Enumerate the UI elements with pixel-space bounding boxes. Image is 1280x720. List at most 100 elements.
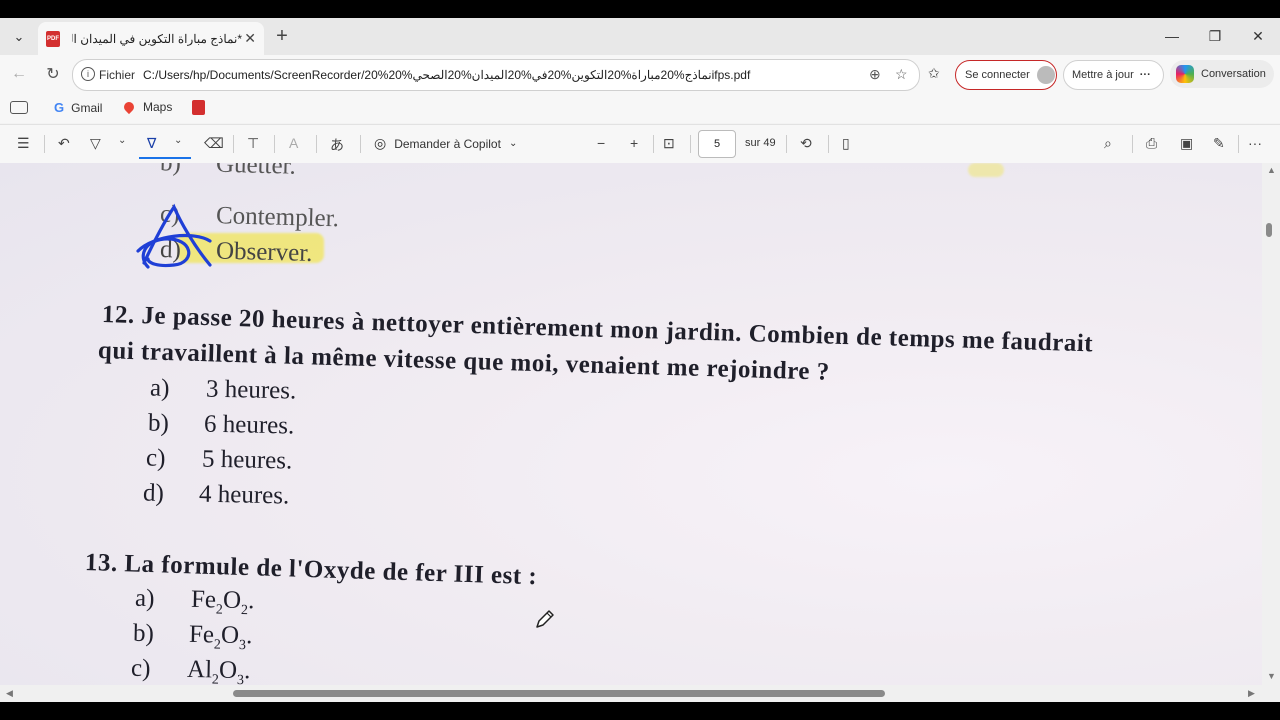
draw-icon[interactable]: ∇ [147, 135, 156, 152]
formula-mid: O [220, 621, 240, 649]
pdf-toolbar: ☰ ↶ ▽ ⌄ ∇ ⌄ ⌫ ⊤ A あ ◎ Demander à Copilot… [0, 124, 1280, 164]
option-text: Contempler. [215, 202, 340, 233]
horizontal-scrollbar[interactable]: ◀ ▶ [0, 685, 1262, 702]
undo-icon[interactable]: ↶ [58, 135, 70, 152]
divider [360, 135, 361, 153]
translate-icon[interactable]: あ [330, 135, 344, 155]
divider [44, 135, 45, 153]
pdf-page-viewport[interactable]: b)Guetter. c)Contempler. d)Observer. 12.… [0, 163, 1262, 685]
q12-option-a: a) 3 heures. [150, 374, 297, 405]
divider [786, 135, 787, 153]
rotate-icon[interactable]: ⟲ [800, 135, 812, 152]
table-of-contents-icon[interactable]: ☰ [17, 135, 30, 152]
scroll-left-icon[interactable]: ◀ [6, 688, 13, 699]
tab-close-icon[interactable]: ✕ [244, 30, 256, 47]
chevron-down-icon[interactable]: ⌄ [118, 135, 126, 146]
formula-end: . [247, 587, 255, 615]
tab-actions-menu[interactable]: ⌄ [6, 24, 32, 50]
divider [690, 135, 691, 153]
scroll-down-icon[interactable]: ▼ [1267, 671, 1276, 681]
divider [274, 135, 275, 153]
restore-button[interactable]: ❐ [1195, 24, 1235, 48]
bookmark-pdf[interactable] [192, 100, 205, 115]
option-text: 3 heures. [205, 375, 297, 405]
eraser-icon[interactable]: ⌫ [204, 135, 224, 152]
option-label: d) [142, 479, 165, 507]
back-arrow-icon[interactable]: ← [8, 63, 30, 85]
vertical-scroll-thumb[interactable] [1266, 223, 1272, 237]
tab-pdf-document[interactable]: PDF *نماذج مباراة التكوين في الميدان الص… [38, 22, 264, 55]
page-number-input[interactable]: 5 [698, 130, 736, 158]
address-scheme-label: Fichier [99, 68, 136, 82]
close-window-button[interactable]: ✕ [1238, 24, 1278, 48]
q13-option-a: a) Fe2O2. [135, 585, 255, 619]
zoom-in-icon[interactable]: + [630, 135, 638, 151]
bookmarks-bar: G Gmail Maps [0, 93, 1280, 123]
chevron-down-icon[interactable]: ⌄ [174, 135, 182, 146]
signin-label: Se connecter [965, 69, 1030, 81]
update-label: Mettre à jour [1072, 69, 1134, 81]
pdf-file-icon: PDF [46, 30, 60, 47]
apps-icon[interactable] [10, 101, 28, 114]
option-label: b) [160, 163, 217, 179]
bookmark-label: Maps [143, 100, 173, 114]
q13-option-b: b) Fe2O3. [133, 620, 253, 654]
formula-base: Al [186, 655, 213, 684]
new-tab-button[interactable]: + [270, 24, 294, 48]
info-icon[interactable]: i [81, 67, 95, 81]
q12-option-d: d) 4 heures. [143, 479, 290, 510]
option-label: b) [132, 619, 155, 648]
save-as-icon[interactable]: ✎ [1213, 135, 1225, 152]
option-label: c) [130, 654, 151, 683]
q13-option-c: c) Al2O3. [131, 655, 251, 685]
print-icon[interactable]: ⎙ [1146, 135, 1157, 152]
copilot-conversation-button[interactable]: Conversation [1170, 60, 1274, 88]
page-total: sur 49 [745, 137, 776, 149]
tab-title: *نماذج مباراة التكوين في الميدان الصـ [72, 31, 242, 46]
save-icon[interactable]: ▣ [1180, 135, 1193, 152]
address-bar[interactable]: i Fichier C:/Users/hp/Documents/ScreenRe… [72, 59, 920, 91]
scroll-right-icon[interactable]: ▶ [1248, 688, 1255, 699]
ask-copilot-button[interactable]: ◎ Demander à Copilot ⌄ [374, 135, 517, 152]
address-url[interactable]: C:/Users/hp/Documents/ScreenRecorder/20%… [143, 68, 750, 82]
zoom-out-icon[interactable]: − [597, 135, 605, 151]
ask-copilot-label: Demander à Copilot [394, 136, 501, 151]
signin-button[interactable]: Se connecter [955, 60, 1057, 90]
avatar [1036, 66, 1055, 84]
highlight-mark [968, 163, 1004, 177]
copilot-icon: ◎ [374, 135, 387, 151]
highlight-icon[interactable]: ▽ [90, 135, 101, 152]
search-icon[interactable]: ⌕ [1104, 135, 1112, 152]
fit-to-page-icon[interactable]: ⊡ [663, 135, 675, 152]
divider [653, 135, 654, 153]
bookmark-gmail[interactable]: G Gmail [54, 100, 102, 115]
browser-window: ⌄ PDF *نماذج مباراة التكوين في الميدان ا… [0, 18, 1280, 702]
bookmark-maps[interactable]: Maps [121, 99, 173, 115]
ink-annotation-icon [136, 203, 212, 269]
minimize-button[interactable]: — [1152, 24, 1192, 48]
text-box-icon[interactable]: ⊤ [247, 135, 259, 152]
pdf-file-icon [192, 100, 205, 115]
divider [233, 135, 234, 153]
update-button[interactable]: Mettre à jour ··· [1063, 60, 1164, 90]
option-label: a) [149, 374, 170, 402]
divider [316, 135, 317, 153]
more-options-icon[interactable]: ··· [1248, 135, 1262, 151]
formula-mid: O [218, 656, 238, 684]
favorites-icon[interactable]: ✩ [928, 65, 940, 82]
vertical-scrollbar[interactable]: ▲ ▼ [1262, 163, 1280, 685]
star-icon[interactable]: ☆ [895, 66, 908, 83]
option-text: Guetter. [215, 163, 297, 180]
horizontal-scroll-thumb[interactable] [233, 690, 885, 697]
formula-mid: O [222, 586, 242, 614]
zoom-icon[interactable]: ⊕ [869, 66, 881, 83]
tab-strip: ⌄ PDF *نماذج مباراة التكوين في الميدان ا… [0, 18, 1280, 55]
option-text: 4 heures. [198, 480, 290, 510]
navigation-bar: ← ↻ i Fichier C:/Users/hp/Documents/Scre… [0, 55, 1280, 93]
page-view-icon[interactable]: ▯ [842, 135, 850, 152]
refresh-icon[interactable]: ↻ [42, 63, 64, 85]
more-icon[interactable]: ··· [1140, 69, 1151, 81]
option-text: 6 heures. [203, 410, 295, 440]
scroll-up-icon[interactable]: ▲ [1267, 165, 1276, 175]
formula-base: Fe [190, 585, 217, 614]
